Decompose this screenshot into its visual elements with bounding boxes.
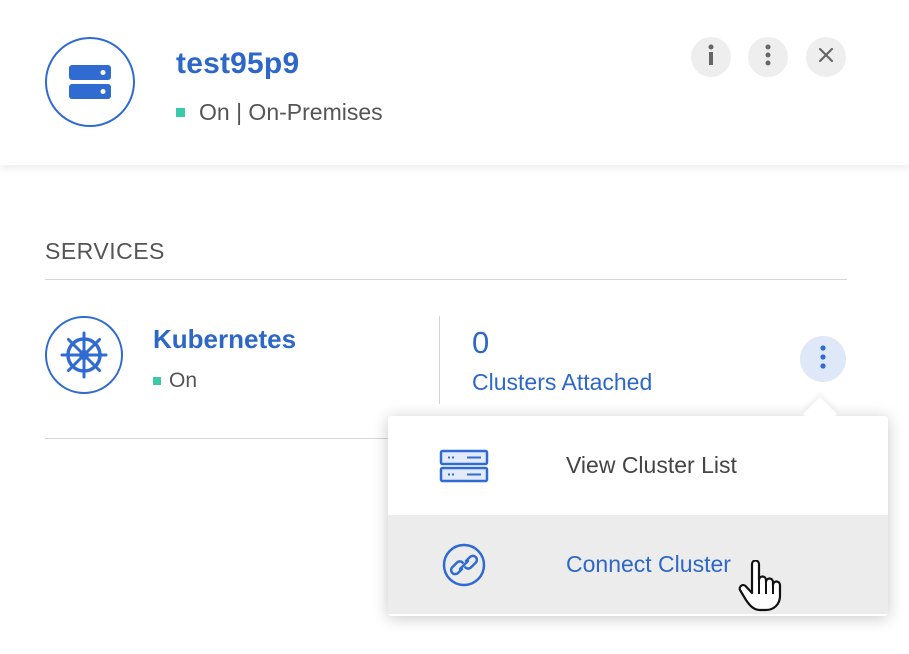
environment-name[interactable]: test95p9 [176, 47, 299, 81]
cluster-list-icon [438, 446, 490, 486]
kubernetes-helm-icon [45, 316, 123, 394]
environment-header: test95p9 On | On-Premises [0, 0, 909, 165]
menu-item-label: View Cluster List [566, 452, 737, 478]
more-vertical-icon [820, 344, 826, 374]
clusters-attached-label[interactable]: Clusters Attached [472, 369, 652, 396]
environment-status: On | On-Premises [176, 99, 383, 126]
kubernetes-actions-button[interactable] [800, 336, 846, 382]
kubernetes-status: On [153, 369, 197, 393]
services-heading: SERVICES [45, 238, 165, 264]
close-button[interactable] [806, 37, 846, 77]
status-on-indicator [153, 377, 161, 385]
kubernetes-status-text: On [169, 369, 198, 392]
environment-status-text: On | On-Premises [199, 99, 383, 125]
more-vertical-icon [765, 44, 771, 71]
hand-cursor-icon [738, 559, 782, 617]
menu-item-connect-cluster[interactable]: Connect Cluster [388, 515, 888, 614]
services-divider [45, 279, 847, 280]
link-icon [438, 543, 490, 586]
menu-item-label: Connect Cluster [566, 551, 731, 577]
clusters-count: 0 [472, 325, 490, 360]
vertical-divider [439, 316, 440, 404]
kubernetes-service-name[interactable]: Kubernetes [153, 324, 296, 355]
server-icon [45, 37, 135, 127]
close-icon [818, 47, 834, 68]
kubernetes-actions-menu: View Cluster List Connect Cluster [388, 416, 888, 616]
info-icon [706, 44, 716, 71]
info-button[interactable] [691, 37, 731, 77]
menu-item-view-cluster-list[interactable]: View Cluster List [388, 416, 888, 515]
more-options-button[interactable] [748, 37, 788, 77]
status-on-indicator [176, 108, 185, 117]
